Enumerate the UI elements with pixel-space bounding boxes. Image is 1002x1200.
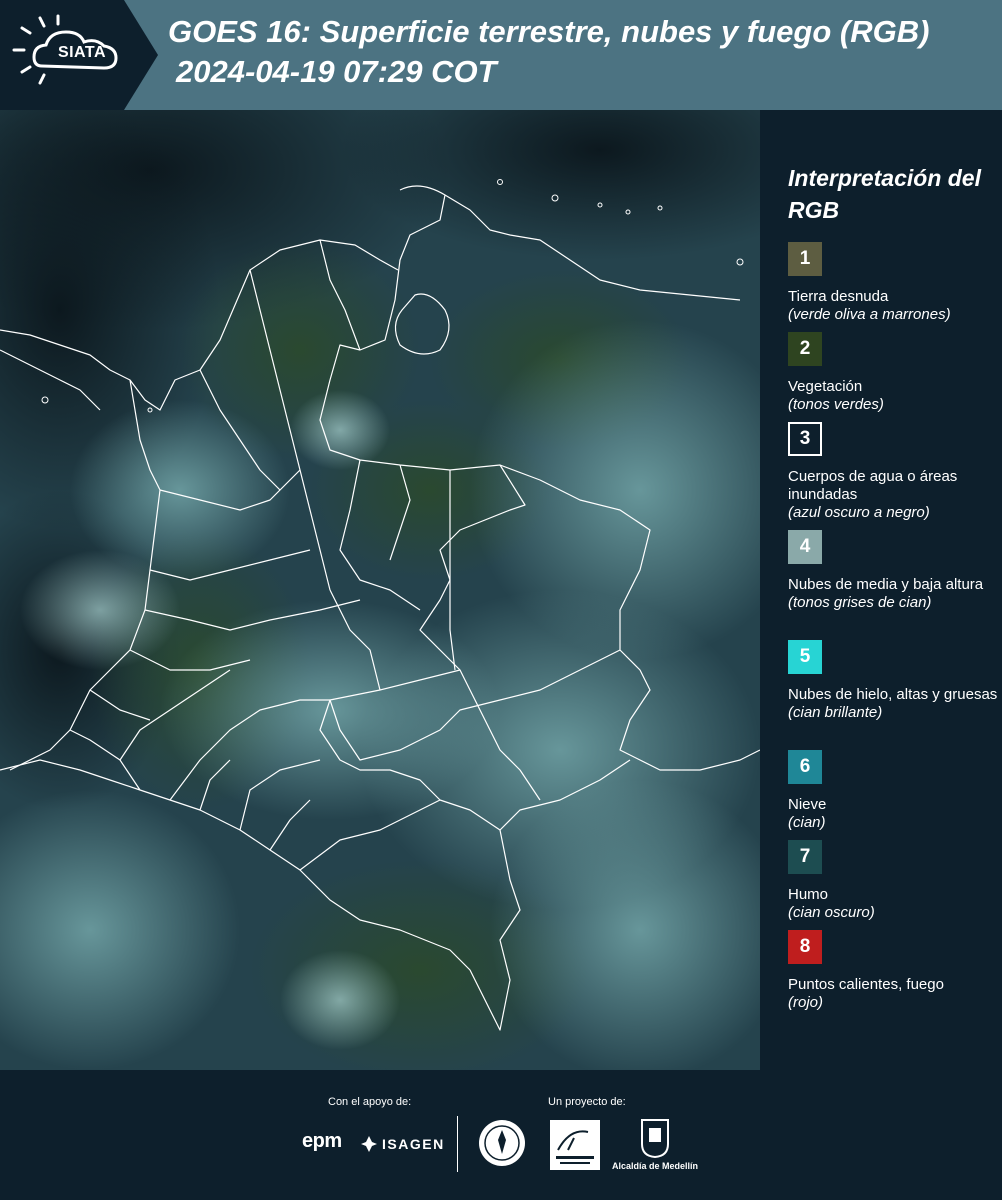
legend-item-8: 8 Puntos calientes, fuego (rojo) [788,930,998,1012]
legend-description: (azul oscuro a negro) [788,504,930,521]
legend-description: (verde oliva a marrones) [788,306,951,323]
legend-swatch: 7 [788,840,822,874]
legend-label: Cuerpos de agua o áreas inundadas [788,468,958,503]
legend-swatch: 6 [788,750,822,784]
legend-swatch: 4 [788,530,822,564]
isagen-logo[interactable]: ISAGEN [360,1132,445,1156]
legend-label: Nubes de hielo, altas y gruesas [788,686,998,703]
legend-item-6: 6 Nieve (cian) [788,750,998,832]
legend-item-4: 4 Nubes de media y baja altura (tonos gris… [788,530,998,612]
legend-label: Puntos calientes, fuego [788,976,944,993]
footer: Con el apoyo de: Un proyecto de: epm ISA… [0,1070,1002,1200]
legend-item-7: 7 Humo (cian oscuro) [788,840,998,922]
legend-description: (cian brillante) [788,704,883,721]
legend-item-3: 3 Cuerpos de agua o áreas inundadas (azul … [788,422,998,522]
legend-label: Vegetación [788,378,863,395]
isagen-label: ISAGEN [382,1136,445,1152]
seal-logo-icon[interactable] [477,1118,527,1168]
legend-panel: Interpretación del RGB 1 Tierra desnuda (v… [760,110,1002,1070]
legend-label: Tierra desnuda [788,288,889,305]
legend-swatch: 5 [788,640,822,674]
legend-description: (tonos grises de cian) [788,594,932,611]
legend-label: Humo [788,886,829,903]
alcaldia-label: Alcaldía de Medellín [612,1161,699,1171]
legend-description: (cian) [788,814,826,831]
legend-label: Nieve [788,796,827,813]
page-title: GOES 16: Superficie terrestre, nubes y f… [168,14,930,49]
legend-swatch: 8 [788,930,822,964]
header-banner: SIATA GOES 16: Superficie terrestre, nub… [0,0,1002,110]
isagen-mark-icon [361,1136,377,1152]
area-logo-icon [556,1130,594,1164]
legend-description: (cian oscuro) [788,904,875,921]
legend-item-1: 1 Tierra desnuda (verde oliva a marrones) [788,242,998,324]
project-label: Un proyecto de: [548,1096,626,1108]
rgb-composite-image [0,110,760,1070]
legend-item-5: 5 Nubes de hielo, altas y gruesas (cian br… [788,640,998,722]
siata-logo[interactable]: SIATA [0,0,158,110]
page-timestamp: 2024-04-19 07:29 COT [176,54,497,89]
legend-swatch: 1 [788,242,822,276]
legend-description: (rojo) [788,994,824,1011]
legend-label: Nubes de media y baja altura [788,576,984,593]
legend-swatch: 2 [788,332,822,366]
legend-item-2: 2 Vegetación (tonos verdes) [788,332,998,414]
legend-swatch: 3 [788,422,822,456]
footer-divider [457,1116,458,1172]
alcaldia-shield-icon[interactable] [640,1118,670,1158]
legend-title: Interpretación del RGB [788,165,981,223]
logo-label: SIATA [57,44,107,61]
satellite-map[interactable] [0,110,760,1070]
support-label: Con el apoyo de: [328,1096,412,1108]
area-metropolitana-logo[interactable] [550,1120,600,1170]
legend-description: (tonos verdes) [788,396,884,413]
epm-logo[interactable]: epm [302,1130,342,1153]
